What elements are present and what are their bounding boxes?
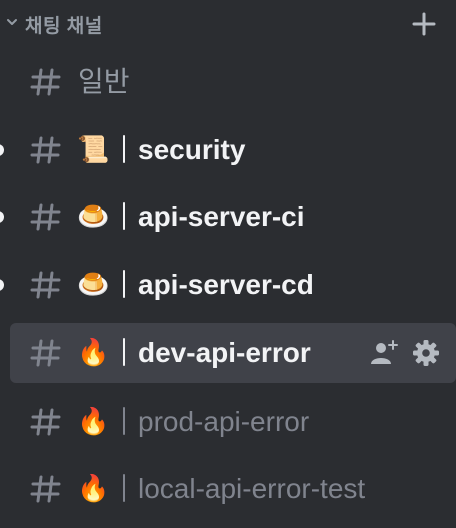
- hash-icon: [30, 271, 61, 299]
- hash-icon: [30, 408, 61, 436]
- separator: [123, 202, 125, 230]
- invite-user-icon[interactable]: [370, 339, 398, 367]
- channel-name: local-api-error-test: [138, 473, 366, 504]
- pudding-emoji: 🍮: [77, 201, 110, 231]
- channel-category-header[interactable]: 채팅 채널: [0, 0, 456, 48]
- channel-name: api-server-cd: [138, 269, 314, 300]
- scroll-emoji: 📜: [77, 134, 110, 164]
- fire-emoji: 🔥: [77, 406, 110, 436]
- hash-icon: [30, 68, 61, 96]
- separator: [123, 270, 125, 298]
- unread-indicator: [0, 211, 4, 223]
- hash-icon: [30, 339, 61, 367]
- channel-item-api-server-ci[interactable]: 🍮 api-server-ci: [0, 187, 456, 247]
- pudding-emoji: 🍮: [77, 269, 110, 299]
- unread-indicator: [0, 144, 4, 156]
- channel-item-api-server-cd[interactable]: 🍮 api-server-cd: [0, 255, 456, 315]
- channel-name: prod-api-error: [138, 406, 310, 437]
- separator: [123, 135, 125, 163]
- hash-icon: [30, 136, 61, 164]
- unread-indicator: [0, 279, 4, 291]
- channel-name: dev-api-error: [138, 337, 311, 368]
- separator: [123, 338, 125, 366]
- channel-item-dev-api-error[interactable]: 🔥 dev-api-error: [10, 323, 456, 383]
- separator: [123, 407, 125, 435]
- hash-icon: [30, 203, 61, 231]
- hash-icon: [30, 475, 61, 503]
- channel-item-security[interactable]: 📜 security: [0, 120, 456, 180]
- category-label: 채팅 채널: [25, 16, 103, 37]
- channel-item-local-api-error-test[interactable]: 🔥 local-api-error-test: [10, 459, 456, 519]
- channel-item-prod-api-error[interactable]: 🔥 prod-api-error: [10, 392, 456, 452]
- channel-name: security: [138, 134, 246, 165]
- channel-item-general[interactable]: 일반: [10, 52, 456, 112]
- gear-icon[interactable]: [412, 339, 440, 367]
- chevron-down-icon: [7, 19, 17, 25]
- channel-name: api-server-ci: [138, 201, 305, 232]
- plus-icon[interactable]: [410, 10, 438, 38]
- channel-name: 일반: [78, 66, 130, 97]
- separator: [123, 474, 125, 502]
- fire-emoji: 🔥: [77, 473, 110, 503]
- fire-emoji: 🔥: [77, 337, 110, 367]
